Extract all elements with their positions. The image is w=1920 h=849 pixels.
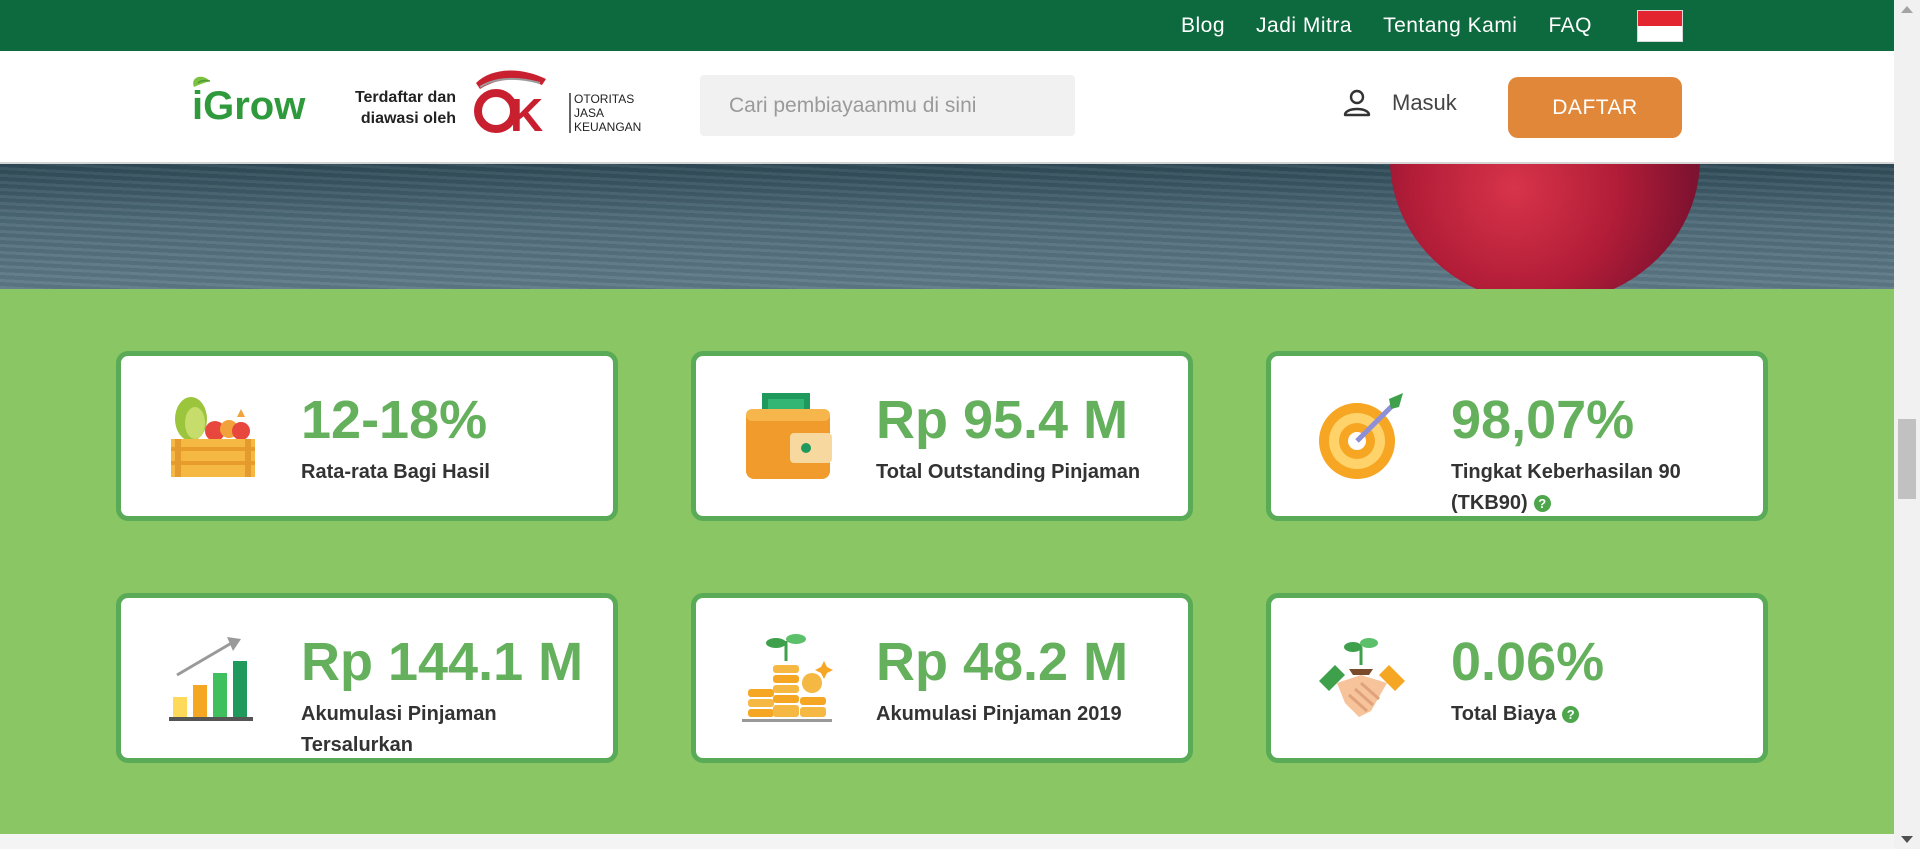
help-icon[interactable]: ? — [1562, 706, 1580, 723]
stat-value: Rp 48.2 M — [876, 632, 1129, 692]
stat-card-outstanding: Rp 95.4 M Total Outstanding Pinjaman — [691, 351, 1193, 521]
svg-text:K: K — [510, 89, 543, 137]
target-icon — [1319, 393, 1403, 479]
ojk-text-2: JASA — [574, 106, 604, 120]
user-icon — [1343, 89, 1371, 117]
stat-card-bagi-hasil: 12-18% Rata-rata Bagi Hasil — [116, 351, 618, 521]
registered-line-1: Terdaftar dan — [354, 89, 456, 106]
register-button[interactable]: DAFTAR — [1508, 77, 1682, 138]
stat-card-2019: Rp 48.2 M Akumulasi Pinjaman 2019 — [691, 593, 1193, 763]
help-icon[interactable]: ? — [1533, 495, 1551, 512]
nav-jadi-mitra-link[interactable]: Jadi Mitra — [1256, 14, 1352, 38]
wallet-icon — [746, 393, 832, 479]
stat-value: 0.06% — [1451, 632, 1605, 692]
ojk-text-3: KEUANGAN — [574, 120, 641, 134]
stat-label: Total Biaya? — [1451, 699, 1751, 730]
stats-section: 12-18% Rata-rata Bagi Hasil Rp 95.4 M To… — [0, 289, 1894, 834]
growth-chart-icon — [169, 637, 253, 721]
hero-image — [0, 164, 1894, 289]
stat-value: Rp 144.1 M — [301, 632, 584, 692]
stat-label: Tingkat Keberhasilan 90 (TKB90)? — [1451, 457, 1751, 519]
language-flag-icon[interactable] — [1637, 9, 1683, 42]
stat-card-akumulasi: Rp 144.1 M Akumulasi Pinjaman Tersalurka… — [116, 593, 618, 763]
page-scrollbar[interactable] — [1894, 0, 1920, 849]
ojk-logo: K OTORITAS JASA KEUANGAN — [474, 70, 641, 137]
top-bar: Blog Jadi Mitra Tentang Kami FAQ — [0, 0, 1894, 51]
registered-line-2: diawasi oleh — [360, 110, 456, 127]
igrow-logo[interactable]: iGrow — [188, 73, 324, 129]
registered-text: Terdaftar dan diawasi oleh — [342, 87, 456, 129]
stat-label: Akumulasi Pinjaman 2019 — [876, 703, 1122, 725]
logo-text: iGrow — [192, 84, 306, 128]
handshake-icon — [1319, 638, 1405, 717]
stat-label-text: Tingkat Keberhasilan 90 (TKB90) — [1451, 461, 1681, 514]
main-header: iGrow Terdaftar dan diawasi oleh K OTORI… — [0, 51, 1894, 164]
stat-label: Akumulasi Pinjaman Tersalurkan — [301, 703, 497, 756]
nav-faq-link[interactable]: FAQ — [1548, 14, 1592, 38]
fruit-crate-icon — [171, 397, 255, 477]
scroll-up-icon[interactable] — [1901, 6, 1913, 13]
search-input[interactable] — [700, 75, 1075, 136]
stat-label-text: Total Biaya — [1451, 703, 1557, 725]
top-nav: Blog Jadi Mitra Tentang Kami FAQ — [1181, 0, 1683, 51]
next-section — [0, 834, 1894, 849]
login-link[interactable]: Masuk — [1342, 88, 1457, 118]
stat-label: Total Outstanding Pinjaman — [876, 461, 1141, 483]
login-label: Masuk — [1392, 90, 1457, 115]
stat-card-total-biaya: 0.06% Total Biaya? — [1266, 593, 1768, 763]
stat-label: Rata-rata Bagi Hasil — [301, 461, 490, 483]
coins-plant-icon — [742, 634, 833, 722]
nav-blog-link[interactable]: Blog — [1181, 14, 1225, 38]
stat-value: 12-18% — [301, 390, 488, 450]
nav-tentang-kami-link[interactable]: Tentang Kami — [1383, 14, 1517, 38]
stat-value: 98,07% — [1451, 390, 1635, 450]
stat-card-tkb90: 98,07% Tingkat Keberhasilan 90 (TKB90)? — [1266, 351, 1768, 521]
ojk-text-1: OTORITAS — [574, 92, 634, 106]
stat-value: Rp 95.4 M — [876, 390, 1129, 450]
scroll-thumb[interactable] — [1898, 419, 1916, 499]
page: Blog Jadi Mitra Tentang Kami FAQ iGrow T… — [0, 0, 1894, 849]
scroll-down-icon[interactable] — [1901, 836, 1913, 843]
